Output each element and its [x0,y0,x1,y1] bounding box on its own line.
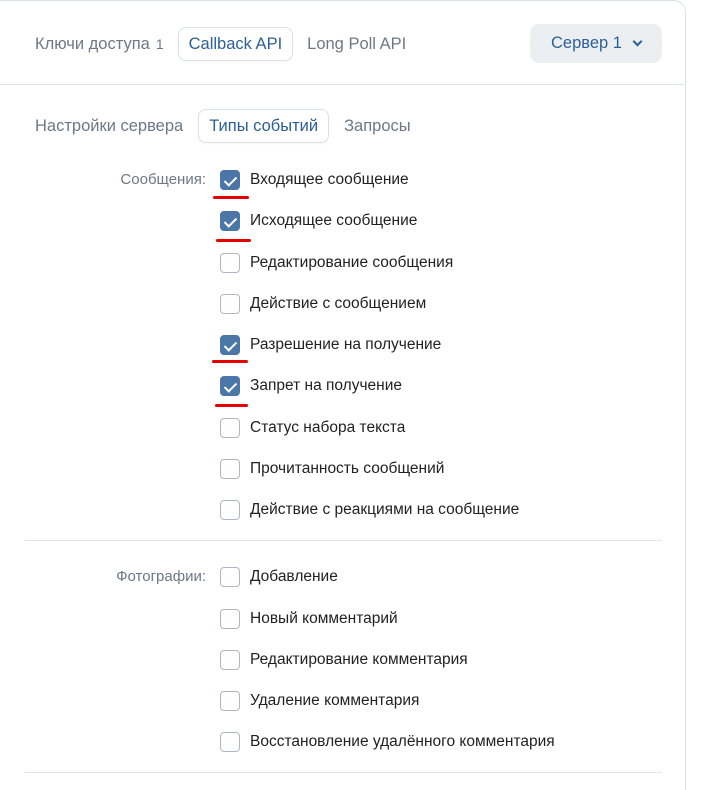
event-label: Действие с сообщением [250,295,427,312]
event-checkbox-row[interactable]: Редактирование комментария [220,648,468,672]
event-label: Добавление [250,568,338,585]
tab-server-settings[interactable]: Настройки сервера [24,109,194,143]
event-checkbox-row[interactable]: Входящее сообщение [220,168,409,192]
sub-tabs: Настройки сервера Типы событий Запросы [24,108,426,144]
checkbox[interactable] [220,567,240,587]
event-label: Восстановление удалённого комментария [250,733,555,750]
server-select-label: Сервер 1 [551,34,622,52]
group-divider [24,540,662,541]
checkbox[interactable] [220,211,240,231]
event-checkbox-row[interactable]: Новый комментарий [220,607,398,631]
checkbox[interactable] [220,609,240,629]
event-checkbox-row[interactable]: Запрет на получение [220,374,402,398]
event-label: Входящее сообщение [250,171,409,188]
event-checkbox-row[interactable]: Удаление комментария [220,689,419,713]
tab-callback-api-label: Callback API [188,35,283,53]
event-label: Разрешение на получение [250,336,442,353]
event-checkbox-row[interactable]: Добавление [220,565,338,589]
tab-access-keys[interactable]: Ключи доступа 1 [24,27,175,61]
tab-long-poll-api[interactable]: Long Poll API [296,27,417,61]
event-label: Статус набора текста [250,419,406,436]
tab-event-types-label: Типы событий [209,117,319,135]
event-checkbox-row[interactable]: Редактирование сообщения [220,251,453,275]
checkbox[interactable] [220,253,240,273]
tab-requests-label: Запросы [344,117,411,135]
annotation-underline [216,239,251,242]
event-checkbox-row[interactable]: Статус набора текста [220,416,405,440]
server-select-button[interactable]: Сервер 1 [530,24,662,63]
checkbox[interactable] [220,170,240,190]
event-label: Действие с реакциями на сообщение [250,501,520,518]
tab-access-keys-label: Ключи доступа [35,35,150,53]
tab-requests[interactable]: Запросы [333,109,422,143]
checkbox[interactable] [220,418,240,438]
event-checkbox-row[interactable]: Прочитанность сообщений [220,457,444,481]
tab-server-settings-label: Настройки сервера [35,117,184,135]
event-checkbox-row[interactable]: Восстановление удалённого комментария [220,730,555,754]
settings-card: Ключи доступа 1 Callback API Long Poll AP… [0,0,686,790]
annotation-underline [215,404,248,407]
checkbox[interactable] [220,500,240,520]
top-tabs: Ключи доступа 1 Callback API Long Poll AP… [24,26,420,62]
checkbox[interactable] [220,691,240,711]
checkbox[interactable] [220,459,240,479]
checkbox[interactable] [220,335,240,355]
event-checkbox-row[interactable]: Разрешение на получение [220,333,441,357]
header-divider [0,84,686,85]
group-label-messages: Сообщения: [120,171,206,188]
tab-callback-api[interactable]: Callback API [177,27,294,61]
event-label: Редактирование сообщения [250,254,454,271]
chevron-down-icon [632,36,643,46]
event-label: Запрет на получение [250,377,402,394]
event-checkbox-row[interactable]: Действие с сообщением [220,292,426,316]
event-label: Редактирование комментария [250,651,468,668]
tab-long-poll-api-label: Long Poll API [307,35,407,53]
annotation-underline [212,360,248,363]
checkbox[interactable] [220,376,240,396]
event-label: Новый комментарий [250,610,398,627]
annotation-underline [213,196,249,199]
access-keys-counter: 1 [155,36,164,52]
checkbox[interactable] [220,732,240,752]
event-label: Удаление комментария [250,692,420,709]
checkbox[interactable] [220,294,240,314]
group-label-photos: Фотографии: [116,568,206,585]
event-checkbox-row[interactable]: Исходящее сообщение [220,209,417,233]
event-label: Исходящее сообщение [250,212,418,229]
tab-event-types[interactable]: Типы событий [198,109,330,143]
event-label: Прочитанность сообщений [250,460,445,477]
checkbox[interactable] [220,650,240,670]
event-checkbox-row[interactable]: Действие с реакциями на сообщение [220,498,519,522]
